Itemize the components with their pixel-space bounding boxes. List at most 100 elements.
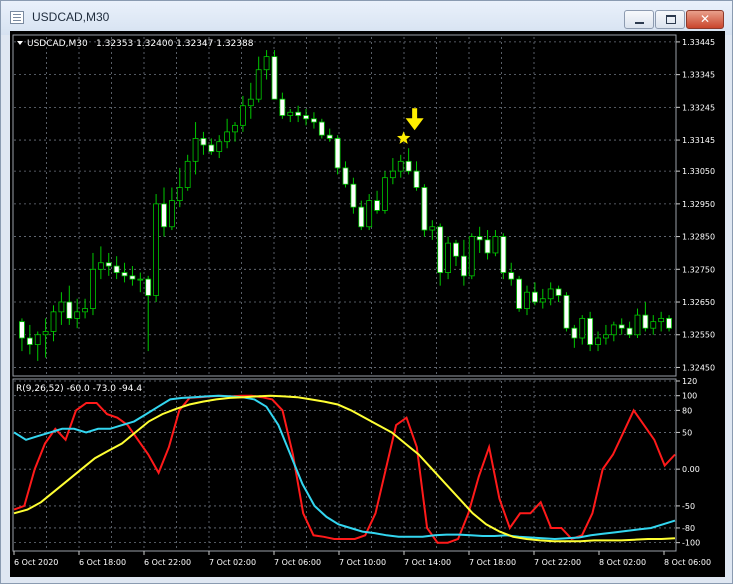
chart-window: USDCAD,M30 ✕ 1.33445 1.33345 1.33245 1.3314… [0,0,733,584]
candle-body [192,138,199,162]
close-button[interactable]: ✕ [686,10,724,29]
candles [19,50,672,361]
candle-body [421,187,428,231]
candle-body [263,56,270,71]
time-tick-label: 6 Oct 2020 [14,558,58,567]
candle-body [382,177,388,211]
candle-body [224,131,231,143]
time-tick-label: 7 Oct 10:00 [339,558,386,567]
candle-body [429,226,436,231]
candle-body [42,331,49,336]
chart-menu-icon[interactable] [17,41,23,45]
candle-body [247,98,254,107]
candle-body [200,138,207,146]
candle-body [587,317,594,345]
candle-body [642,314,649,329]
indicator-tick-label: 120 [682,377,697,386]
signal-marker [397,108,424,144]
candle-body [318,121,325,136]
indicator-axis: 120 100 80 50 0.00 -50 -80 -100 [676,377,700,548]
indicator-tick-label: -80 [682,524,695,533]
maximize-icon [666,15,676,24]
candle-body [524,291,530,309]
chart-window-icon [10,11,24,24]
candle-body [176,187,183,201]
candle-body [547,288,554,300]
candle-body [603,334,609,339]
candle-body [492,236,499,254]
time-tick-label: 7 Oct 14:00 [404,558,451,567]
candle-body [500,236,507,273]
candle-body [626,327,633,336]
candle-body [650,321,657,329]
arrow-head [405,118,424,131]
price-tick-label: 1.32850 [682,233,715,242]
candle-body [279,98,286,116]
time-tick-label: 7 Oct 02:00 [209,558,256,567]
candle-body [571,327,578,339]
chart-canvas[interactable]: 1.33445 1.33345 1.33245 1.33145 1.33050 1.329… [10,31,725,577]
candle-body [97,262,104,270]
minimize-button[interactable] [624,10,654,29]
candle-body [445,242,451,273]
price-tick-label: 1.33245 [682,103,715,112]
candle-body [50,311,57,332]
chart-area[interactable]: 1.33445 1.33345 1.33245 1.33145 1.33050 1.329… [10,31,725,577]
candle-body [216,141,223,152]
price-tick-label: 1.33050 [682,167,715,176]
candle-body [113,265,120,273]
candle-body [358,206,365,228]
price-tick-label: 1.32750 [682,265,715,274]
price-tick-label: 1.32450 [682,363,715,372]
candle-body [271,56,278,100]
candle-body [405,160,412,172]
ohlc-label: 1.32353 1.32400 1.32347 1.32388 [96,39,254,49]
indicator-tick-label: -100 [682,539,700,548]
candle-body [413,170,420,188]
candle-body [105,262,112,267]
candle-body [326,134,333,139]
candle-body [287,111,294,116]
price-tick-label: 1.32650 [682,298,715,307]
candle-body [484,239,491,254]
symbol-label: USDCAD,M30 [27,39,88,49]
close-icon: ✕ [699,12,711,26]
time-tick-label: 7 Oct 18:00 [469,558,516,567]
indicator-tick-label: 100 [682,392,697,401]
grid [14,37,675,550]
arrow-down-icon [405,108,424,131]
candle-body [531,291,538,303]
title-bar[interactable]: USDCAD,M30 ✕ [1,1,732,35]
yellow-line [13,394,676,543]
candle-body [453,242,459,257]
candle-body [208,144,215,152]
candle-body [476,236,483,241]
time-tick-label: 7 Oct 06:00 [274,558,321,567]
candle-body [145,278,152,296]
candle-body [658,317,665,323]
candle-body [295,111,302,116]
price-tick-label: 1.32950 [682,200,715,209]
indicator-tick-label: 0.00 [682,465,700,474]
indicator-tick-label: 80 [682,406,692,415]
candle-body [555,288,562,296]
candle-body [350,183,357,208]
candle-body [610,324,617,336]
candle-body [153,203,160,296]
candle-body [74,311,81,319]
candle-body [516,278,523,309]
time-tick-label: 8 Oct 02:00 [599,558,646,567]
candle-body [437,226,444,273]
star-icon [397,131,411,144]
price-tick-label: 1.33445 [682,38,715,47]
maximize-button[interactable] [655,10,685,29]
price-panel-frame [12,34,677,377]
price-tick-label: 1.32550 [682,331,715,340]
candle-body [26,337,33,345]
candle-body [508,272,515,280]
candle-body [255,69,262,100]
candle-body [82,308,88,313]
candle-body [90,268,96,309]
candle-body [66,301,73,319]
time-tick-label: 6 Oct 18:00 [79,558,126,567]
